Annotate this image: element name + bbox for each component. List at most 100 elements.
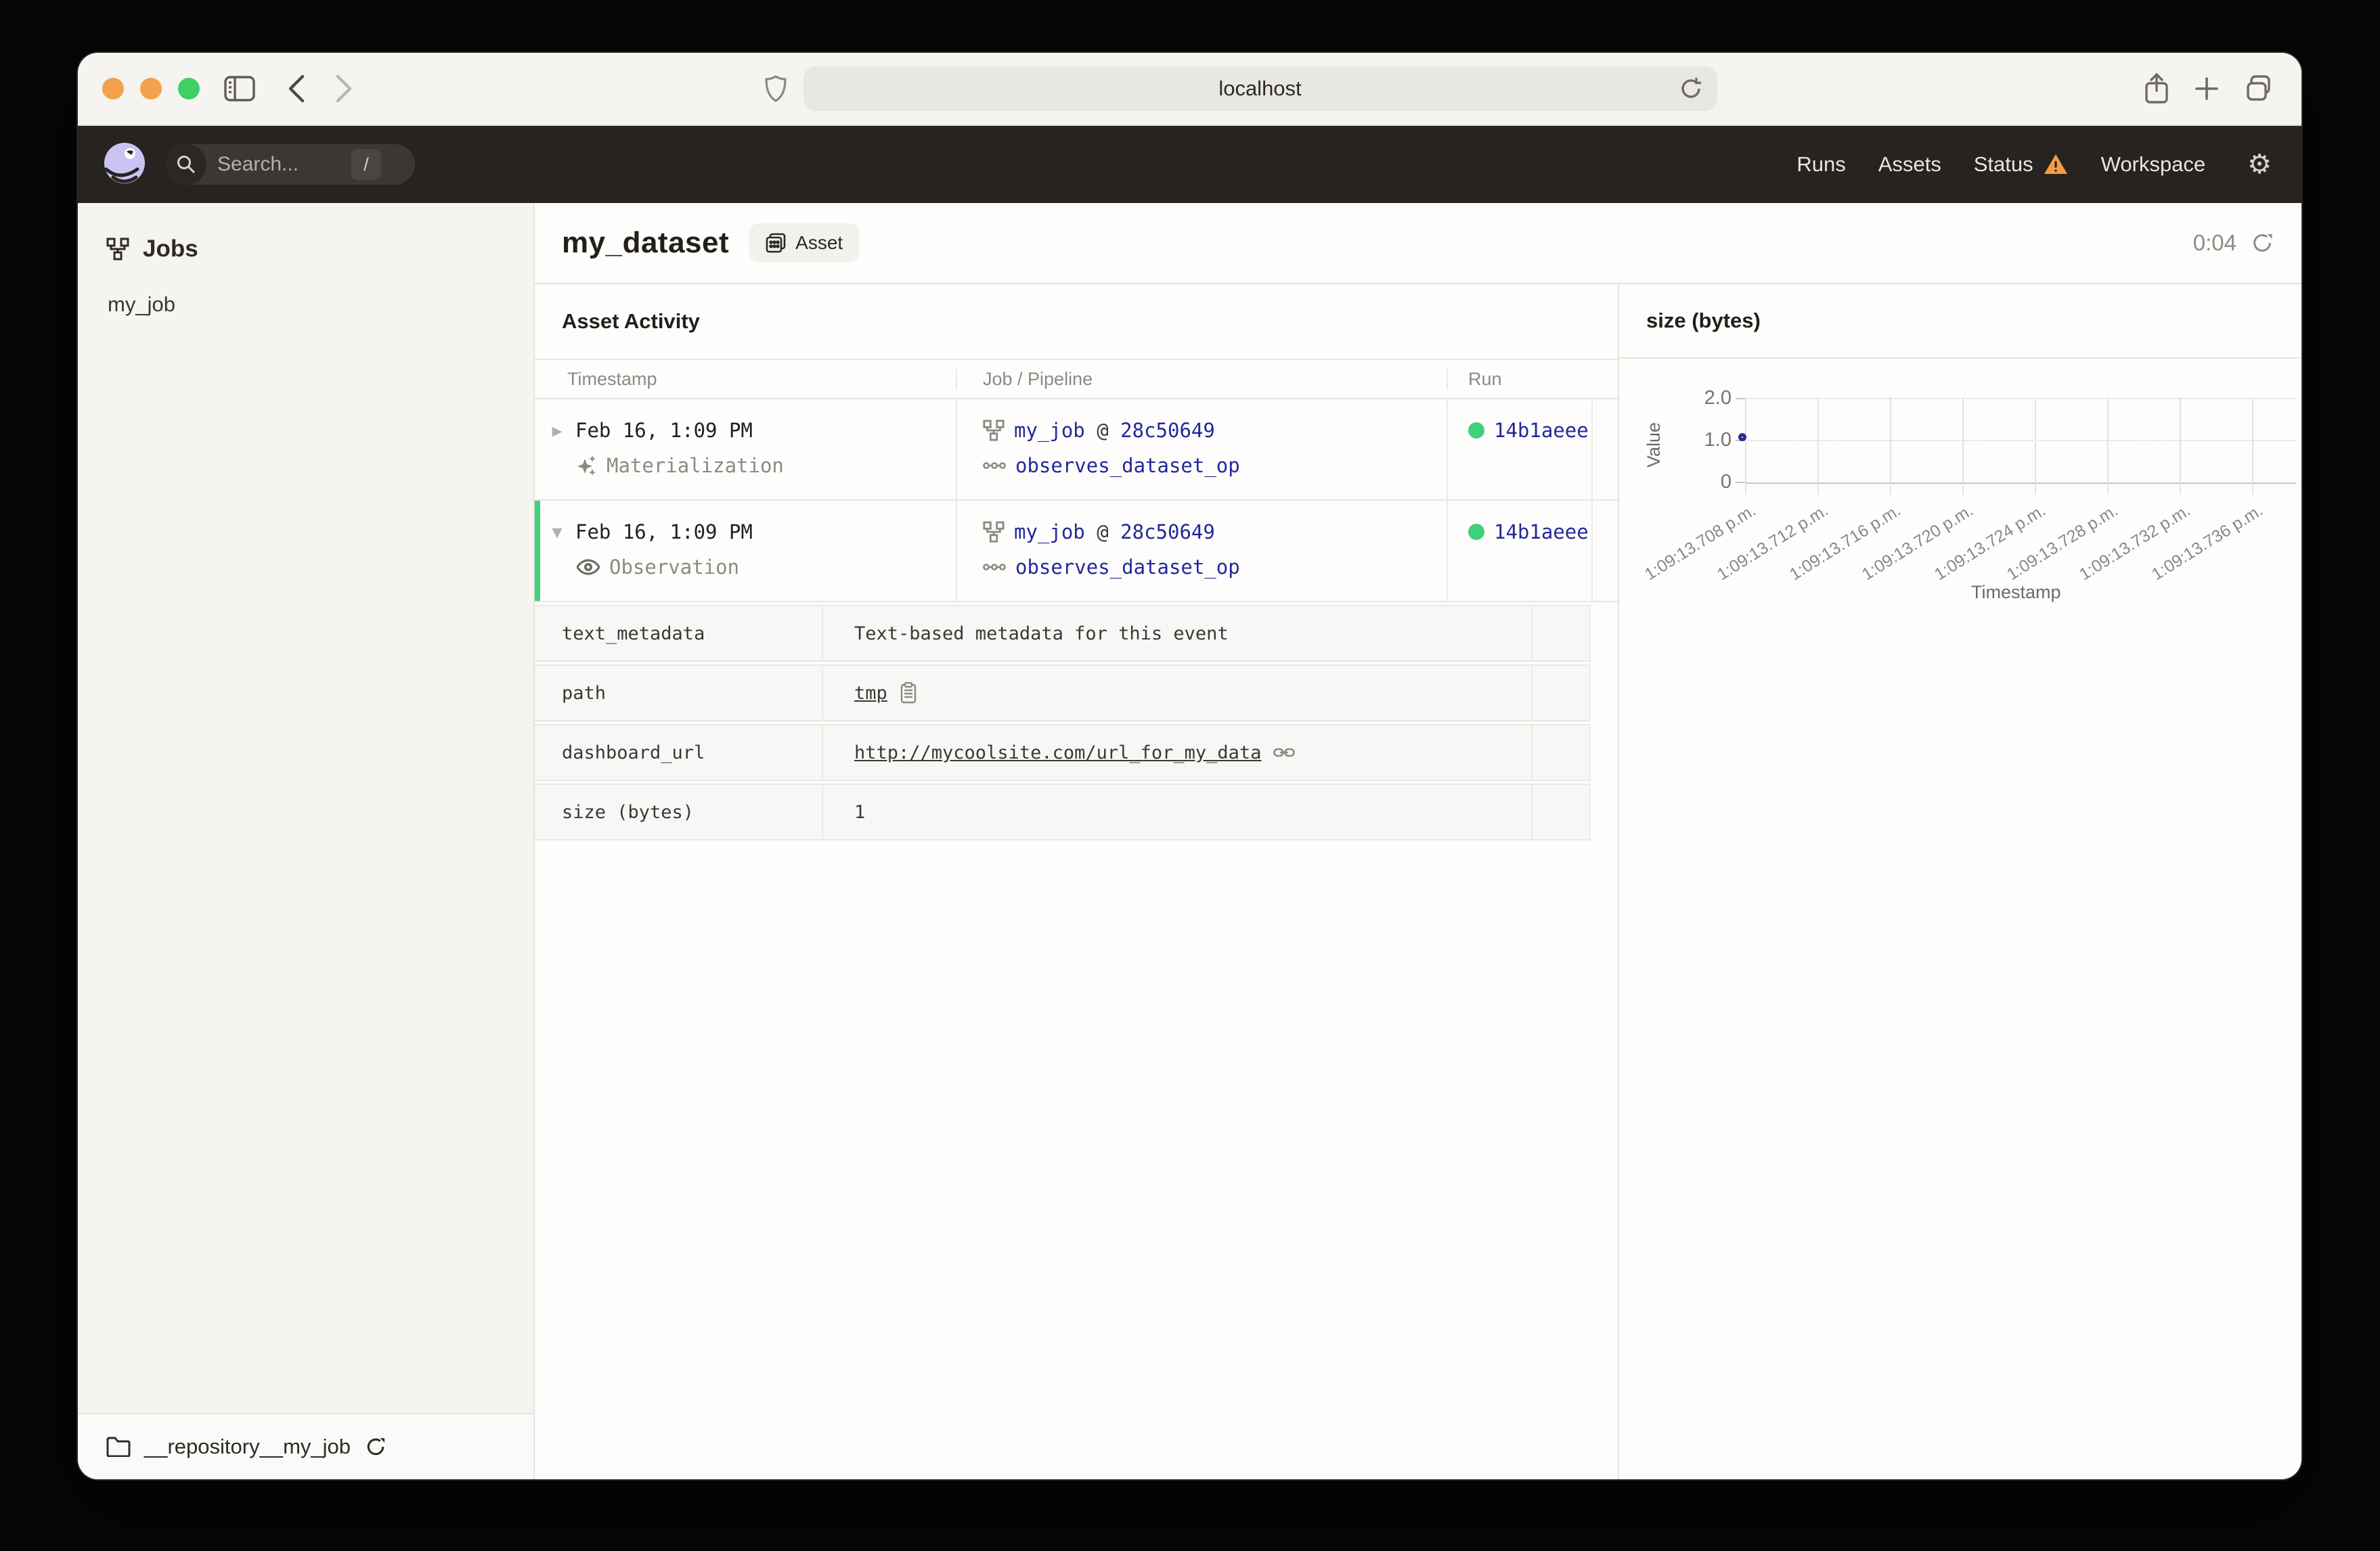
external-link-icon: [1273, 748, 1296, 757]
expand-caret-icon[interactable]: ▸: [548, 419, 566, 443]
col-job-pipeline: Job / Pipeline: [956, 368, 1447, 390]
jobs-icon: [106, 238, 129, 261]
browser-window: localhost Search... / Runs Assets Status…: [78, 53, 2301, 1479]
nav-runs[interactable]: Runs: [1797, 152, 1845, 177]
col-timestamp: Timestamp: [567, 368, 657, 389]
folder-icon: [106, 1437, 131, 1457]
nav-status[interactable]: Status: [1974, 152, 2069, 177]
metadata-key: size (bytes): [535, 784, 822, 840]
observation-eye-icon: [577, 559, 600, 575]
run-status-dot: [1468, 524, 1484, 540]
refresh-timer: 0:04: [2192, 230, 2236, 255]
repository-name: __repository__my_job: [144, 1435, 351, 1458]
metadata-key: dashboard_url: [535, 724, 822, 781]
activity-row-observation[interactable]: ▾ Feb 16, 1:09 PM Observation my_job @ 2…: [535, 501, 1618, 602]
op-link[interactable]: observes_dataset_op: [1015, 454, 1240, 477]
forward-button[interactable]: [335, 74, 353, 103]
metadata-row-text-metadata: text_metadata Text-based metadata for th…: [535, 605, 1618, 662]
search-input[interactable]: [217, 153, 346, 176]
job-link[interactable]: my_job @ 28c50649: [1014, 419, 1215, 442]
metadata-row-size-bytes: size (bytes) 1: [535, 784, 1618, 840]
url-text: localhost: [1218, 76, 1302, 100]
y-tick-1: 1.0: [1704, 429, 1732, 451]
asset-badge: Asset: [749, 223, 860, 263]
asset-activity-title: Asset Activity: [562, 309, 700, 333]
materialization-icon: [577, 455, 596, 476]
sidebar-toggle-icon[interactable]: [224, 76, 255, 102]
y-tick-0: 0: [1720, 471, 1732, 493]
asset-icon: [766, 233, 786, 253]
chart-title: size (bytes): [1619, 284, 2301, 359]
run-id-link[interactable]: 14b1aeee: [1494, 520, 1589, 543]
global-search[interactable]: /: [166, 144, 415, 185]
asset-activity-panel: Asset Activity Timestamp Job / Pipeline …: [535, 284, 1618, 1479]
traffic-lights: [102, 78, 200, 99]
asset-page-header: my_dataset Asset 0:04: [535, 203, 2301, 284]
tab-overview-icon[interactable]: [2245, 75, 2273, 102]
metadata-value: 1: [822, 784, 1531, 840]
metadata-key: path: [535, 665, 822, 721]
grid-line: [1962, 398, 1964, 495]
warning-icon: [2044, 154, 2067, 174]
dagster-logo[interactable]: [102, 142, 147, 187]
search-shortcut-key: /: [351, 149, 381, 180]
reload-button[interactable]: [1678, 76, 1704, 102]
dashboard-url-link[interactable]: http://mycoolsite.com/url_for_my_data: [854, 742, 1261, 763]
sidebar-item-my-job[interactable]: my_job: [78, 263, 533, 317]
op-icon: [983, 564, 1006, 570]
grid-line: [2035, 398, 2036, 495]
col-run: Run: [1447, 368, 1591, 390]
size-bytes-chart-panel: size (bytes) 2.0 1.0 0 Value 1:09:13.708…: [1618, 284, 2301, 1479]
metadata-row-dashboard-url: dashboard_url http://mycoolsite.com/url_…: [535, 724, 1618, 781]
address-bar[interactable]: localhost: [803, 66, 1717, 111]
collapse-caret-icon[interactable]: ▾: [548, 520, 566, 544]
nav-workspace[interactable]: Workspace: [2101, 152, 2206, 177]
left-sidebar: Jobs my_job __repository__my_job: [78, 203, 535, 1479]
chart-plot: 1:09:13.708 p.m. 1:09:13.712 p.m. 1:09:13.…: [1641, 398, 2296, 584]
close-window-button[interactable]: [102, 78, 124, 99]
main-nav: Runs Assets Status Workspace ⚙: [1797, 149, 2272, 180]
share-icon[interactable]: [2144, 73, 2169, 104]
app-header: / Runs Assets Status Workspace ⚙: [78, 126, 2301, 203]
metadata-row-path: path tmp: [535, 665, 1618, 721]
metadata-value: Text-based metadata for this event: [822, 605, 1531, 662]
activity-table-header: Timestamp Job / Pipeline Run: [535, 359, 1618, 399]
new-tab-icon[interactable]: [2195, 76, 2219, 101]
settings-gear-icon[interactable]: ⚙: [2247, 149, 2272, 180]
selected-row-indicator: [535, 501, 540, 601]
browser-toolbar: localhost: [78, 53, 2301, 126]
back-button[interactable]: [288, 74, 305, 103]
jobs-section-title: Jobs: [143, 235, 198, 262]
search-icon: [166, 144, 206, 185]
zoom-window-button[interactable]: [178, 78, 200, 99]
refresh-icon[interactable]: [2250, 231, 2274, 255]
run-status-dot: [1468, 422, 1484, 439]
grid-line: [2107, 398, 2109, 495]
activity-row-materialization[interactable]: ▸ Feb 16, 1:09 PM Materialization my_job…: [535, 399, 1618, 501]
grid-line: [1890, 398, 1891, 495]
y-tick-2: 2.0: [1704, 387, 1732, 409]
reload-repository-icon[interactable]: [364, 1435, 387, 1458]
job-icon: [983, 420, 1005, 441]
run-id-link[interactable]: 14b1aeee: [1494, 419, 1589, 442]
op-icon: [983, 462, 1006, 469]
grid-line: [1817, 398, 1819, 495]
grid-line: [1745, 398, 1746, 495]
nav-assets[interactable]: Assets: [1878, 152, 1941, 177]
job-icon: [983, 521, 1005, 543]
metadata-key: text_metadata: [535, 605, 822, 662]
grid-line: [2252, 398, 2253, 495]
job-link[interactable]: my_job @ 28c50649: [1014, 520, 1215, 543]
asset-badge-label: Asset: [795, 232, 843, 253]
event-metadata-table: text_metadata Text-based metadata for th…: [535, 605, 1618, 840]
privacy-shield-icon[interactable]: [764, 74, 787, 103]
page-title: my_dataset: [562, 226, 730, 259]
copy-clipboard-icon[interactable]: [900, 682, 917, 704]
data-point[interactable]: [1738, 432, 1746, 441]
op-link[interactable]: observes_dataset_op: [1015, 556, 1240, 579]
y-axis-label: Value: [1644, 422, 1665, 468]
x-axis-label: Timestamp: [1971, 582, 2061, 602]
path-value[interactable]: tmp: [854, 683, 887, 704]
grid-line: [2180, 398, 2181, 495]
minimize-window-button[interactable]: [140, 78, 162, 99]
